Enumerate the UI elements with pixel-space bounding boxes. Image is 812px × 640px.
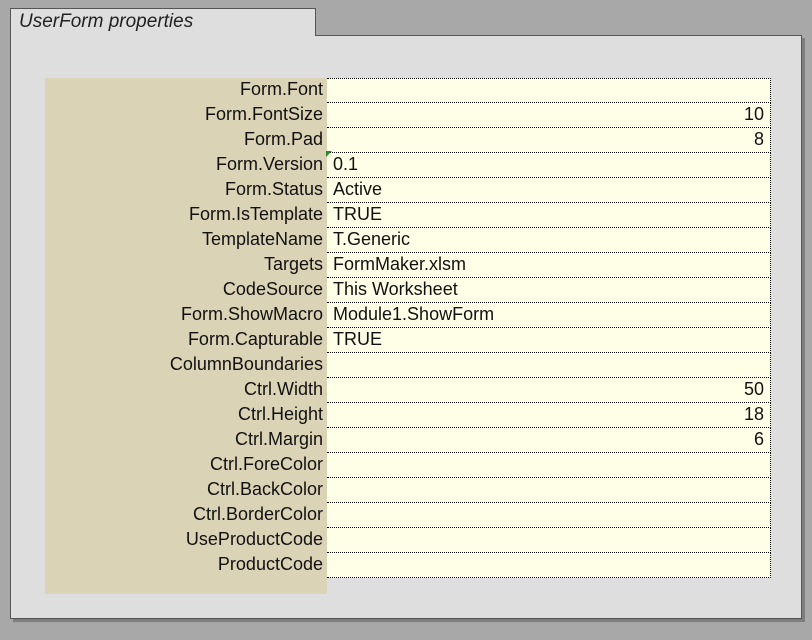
property-value[interactable]: 8: [327, 128, 771, 153]
property-value[interactable]: [327, 353, 771, 378]
properties-window: UserForm properties Form.FontForm.FontSi…: [10, 8, 802, 620]
property-value-text: Module1.ShowForm: [333, 304, 494, 324]
property-row: Ctrl.Width 50: [45, 378, 771, 403]
property-row: Form.ShowMacro Module1.ShowForm: [45, 303, 771, 328]
property-row: Ctrl.Height 18: [45, 403, 771, 428]
cell-comment-indicator-icon: [326, 151, 332, 157]
property-value[interactable]: 0.1: [327, 153, 771, 178]
property-label: Form.Font: [45, 78, 327, 103]
property-value[interactable]: [327, 453, 771, 478]
property-label: ProductCode: [45, 553, 327, 578]
property-row: TemplateName T.Generic: [45, 228, 771, 253]
property-value[interactable]: 18: [327, 403, 771, 428]
property-value-text: 6: [754, 429, 764, 449]
property-label: Form.IsTemplate: [45, 203, 327, 228]
property-row: Form.Status Active: [45, 178, 771, 203]
property-row: Ctrl.BackColor: [45, 478, 771, 503]
property-label: Form.Pad: [45, 128, 327, 153]
tab-label: UserForm properties: [19, 11, 193, 32]
property-label: Form.FontSize: [45, 103, 327, 128]
property-label: CodeSource: [45, 278, 327, 303]
property-label: Form.Capturable: [45, 328, 327, 353]
property-row: Form.Capturable TRUE: [45, 328, 771, 353]
property-row: Ctrl.Margin 6: [45, 428, 771, 453]
property-value[interactable]: TRUE: [327, 203, 771, 228]
property-value-text: 10: [744, 104, 764, 124]
property-label: Ctrl.Height: [45, 403, 327, 428]
property-label: Ctrl.BackColor: [45, 478, 327, 503]
property-value[interactable]: TRUE: [327, 328, 771, 353]
property-label: Ctrl.Width: [45, 378, 327, 403]
property-value-text: 0.1: [333, 154, 358, 174]
property-row: UseProductCode: [45, 528, 771, 553]
property-value[interactable]: [327, 553, 771, 578]
property-value-text: Active: [333, 179, 382, 199]
property-value[interactable]: 50: [327, 378, 771, 403]
properties-panel: Form.FontForm.FontSize 10 Form.Pad 8 Form.Ve…: [10, 35, 802, 619]
property-value[interactable]: This Worksheet: [327, 278, 771, 303]
property-row: Form.FontSize 10: [45, 103, 771, 128]
property-value-text: TRUE: [333, 204, 382, 224]
property-value[interactable]: Module1.ShowForm: [327, 303, 771, 328]
property-value-text: This Worksheet: [333, 279, 458, 299]
property-row: ProductCode: [45, 553, 771, 578]
property-value[interactable]: [327, 503, 771, 528]
property-row: ColumnBoundaries: [45, 353, 771, 378]
property-value-text: 8: [754, 129, 764, 149]
property-value[interactable]: Active: [327, 178, 771, 203]
property-label: Ctrl.Margin: [45, 428, 327, 453]
property-value-text: TRUE: [333, 329, 382, 349]
property-label: UseProductCode: [45, 528, 327, 553]
property-label: Form.Status: [45, 178, 327, 203]
property-value-text: FormMaker.xlsm: [333, 254, 466, 274]
property-value-text: 50: [744, 379, 764, 399]
property-value[interactable]: 10: [327, 103, 771, 128]
label-column-footer: [45, 578, 327, 594]
property-label: Ctrl.ForeColor: [45, 453, 327, 478]
property-label: Form.ShowMacro: [45, 303, 327, 328]
property-label: Targets: [45, 253, 327, 278]
property-row: Form.Version 0.1: [45, 153, 771, 178]
property-value-text: 18: [744, 404, 764, 424]
property-label: TemplateName: [45, 228, 327, 253]
property-value[interactable]: [327, 78, 771, 103]
properties-table: Form.FontForm.FontSize 10 Form.Pad 8 Form.Ve…: [45, 78, 771, 594]
property-row: Targets FormMaker.xlsm: [45, 253, 771, 278]
property-value[interactable]: 6: [327, 428, 771, 453]
property-value[interactable]: FormMaker.xlsm: [327, 253, 771, 278]
property-row: Form.Font: [45, 78, 771, 103]
property-label: ColumnBoundaries: [45, 353, 327, 378]
property-value[interactable]: T.Generic: [327, 228, 771, 253]
property-label: Form.Version: [45, 153, 327, 178]
property-row: Ctrl.ForeColor: [45, 453, 771, 478]
property-value[interactable]: [327, 478, 771, 503]
property-row: Ctrl.BorderColor: [45, 503, 771, 528]
tab-userform-properties[interactable]: UserForm properties: [10, 8, 316, 36]
property-row: CodeSource This Worksheet: [45, 278, 771, 303]
property-value-text: T.Generic: [333, 229, 410, 249]
property-label: Ctrl.BorderColor: [45, 503, 327, 528]
property-value[interactable]: [327, 528, 771, 553]
property-row: Form.Pad 8: [45, 128, 771, 153]
property-row: Form.IsTemplate TRUE: [45, 203, 771, 228]
